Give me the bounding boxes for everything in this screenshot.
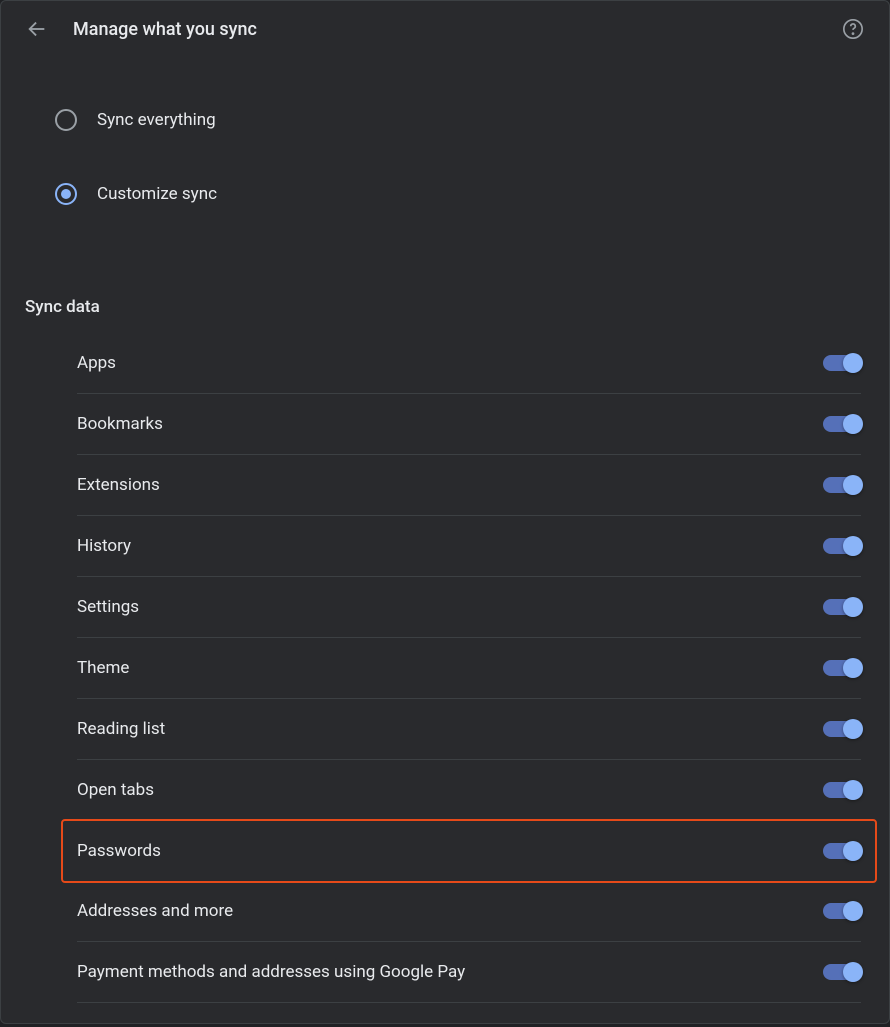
sync-row-open_tabs: Open tabs — [77, 760, 861, 821]
sync-row-passwords: Passwords — [61, 819, 877, 883]
radio-dot-icon — [61, 189, 71, 199]
sync-row-payment: Payment methods and addresses using Goog… — [77, 942, 861, 1003]
sync-data-list: Apps Bookmarks Extensions History Settings Th… — [77, 333, 861, 1003]
toggle-knob-icon — [843, 414, 863, 434]
toggle-history[interactable] — [823, 538, 861, 554]
arrow-left-icon — [26, 18, 48, 40]
toggle-extensions[interactable] — [823, 477, 861, 493]
sync-row-extensions: Extensions — [77, 455, 861, 516]
toggle-bookmarks[interactable] — [823, 416, 861, 432]
radio-sync-everything[interactable]: Sync everything — [55, 101, 865, 139]
toggle-knob-icon — [843, 475, 863, 495]
toggle-apps[interactable] — [823, 355, 861, 371]
settings-panel: Manage what you sync Sync everything Cus… — [0, 0, 890, 1024]
radio-label: Customize sync — [97, 184, 217, 204]
radio-label: Sync everything — [97, 110, 216, 130]
back-button[interactable] — [25, 17, 49, 41]
header: Manage what you sync — [1, 1, 889, 57]
sync-row-label: History — [77, 536, 131, 556]
toggle-knob-icon — [843, 841, 863, 861]
section-title-sync-data: Sync data — [25, 297, 865, 317]
toggle-addresses[interactable] — [823, 903, 861, 919]
toggle-knob-icon — [843, 719, 863, 739]
sync-row-label: Payment methods and addresses using Goog… — [77, 962, 465, 982]
toggle-knob-icon — [843, 962, 863, 982]
sync-row-label: Addresses and more — [77, 901, 233, 921]
sync-row-reading: Reading list — [77, 699, 861, 760]
toggle-reading[interactable] — [823, 721, 861, 737]
sync-row-label: Open tabs — [77, 780, 154, 800]
toggle-passwords[interactable] — [823, 843, 861, 859]
sync-row-label: Extensions — [77, 475, 160, 495]
toggle-knob-icon — [843, 780, 863, 800]
header-left: Manage what you sync — [25, 17, 257, 41]
toggle-knob-icon — [843, 536, 863, 556]
toggle-knob-icon — [843, 353, 863, 373]
toggle-knob-icon — [843, 901, 863, 921]
sync-row-bookmarks: Bookmarks — [77, 394, 861, 455]
sync-row-label: Theme — [77, 658, 129, 678]
content: Sync everything Customize sync Sync data… — [1, 57, 889, 1027]
toggle-theme[interactable] — [823, 660, 861, 676]
toggle-knob-icon — [843, 658, 863, 678]
help-icon — [842, 18, 864, 40]
radio-icon — [55, 109, 77, 131]
toggle-settings[interactable] — [823, 599, 861, 615]
help-button[interactable] — [841, 17, 865, 41]
sync-row-label: Bookmarks — [77, 414, 163, 434]
sync-row-theme: Theme — [77, 638, 861, 699]
radio-customize-sync[interactable]: Customize sync — [55, 175, 865, 213]
sync-row-label: Apps — [77, 353, 116, 373]
page-title: Manage what you sync — [73, 19, 257, 40]
radio-icon — [55, 183, 77, 205]
sync-row-apps: Apps — [77, 333, 861, 394]
sync-row-label: Reading list — [77, 719, 165, 739]
sync-row-label: Passwords — [77, 841, 161, 861]
toggle-payment[interactable] — [823, 964, 861, 980]
toggle-open_tabs[interactable] — [823, 782, 861, 798]
sync-row-history: History — [77, 516, 861, 577]
sync-row-label: Settings — [77, 597, 139, 617]
sync-row-settings: Settings — [77, 577, 861, 638]
sync-mode-radio-group: Sync everything Customize sync — [25, 65, 865, 273]
sync-row-addresses: Addresses and more — [77, 881, 861, 942]
toggle-knob-icon — [843, 597, 863, 617]
